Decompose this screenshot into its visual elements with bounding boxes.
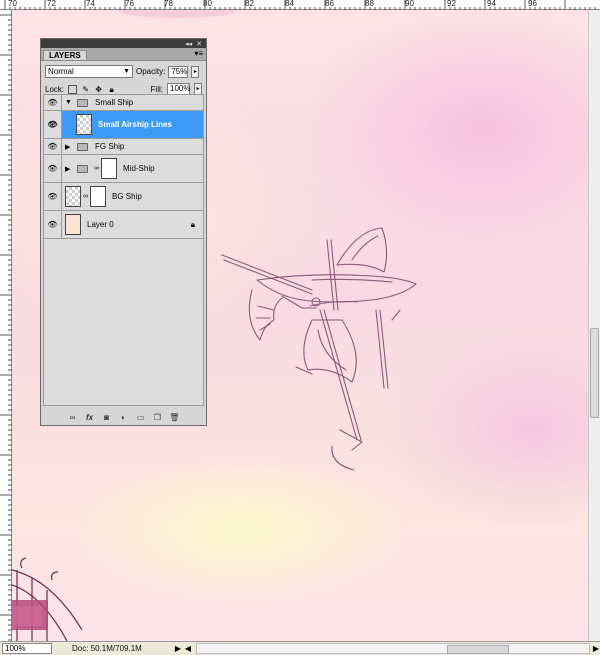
layer-name: FG Ship bbox=[95, 142, 125, 151]
new-layer-icon[interactable]: ❐ bbox=[152, 413, 163, 422]
fill-label: Fill: bbox=[150, 84, 163, 94]
lock-label: Lock: bbox=[45, 84, 65, 94]
ruler-label: 92 bbox=[447, 0, 456, 8]
layer-thumbnail bbox=[65, 186, 81, 207]
layer-thumbnail bbox=[76, 114, 92, 135]
ruler-label: 94 bbox=[487, 0, 496, 8]
layer-row[interactable]: 👁︎ ∞ BG Ship bbox=[44, 183, 203, 211]
ruler-label: 88 bbox=[365, 0, 374, 8]
status-menu-arrow-icon[interactable]: ▶ bbox=[174, 644, 182, 654]
layers-list: 👁︎ ▼ Small Ship 👁︎ Small Airship Lines 👁… bbox=[43, 94, 204, 406]
collapse-icon[interactable]: ◂◂ bbox=[185, 40, 192, 48]
new-group-icon[interactable]: ▭ bbox=[135, 413, 146, 422]
layer-name: Small Ship bbox=[95, 98, 134, 107]
ruler-label: 90 bbox=[405, 0, 414, 8]
layer-mask-thumbnail bbox=[101, 158, 117, 179]
blend-mode-select[interactable]: Normal ▼ bbox=[45, 65, 133, 78]
zoom-field[interactable]: 100% bbox=[2, 643, 52, 654]
ruler-label: 82 bbox=[245, 0, 254, 8]
lock-all-icon[interactable]: 🔒︎ bbox=[107, 85, 116, 94]
blend-mode-value: Normal bbox=[48, 67, 74, 76]
visibility-eye-icon[interactable]: 👁︎ bbox=[44, 111, 62, 138]
chain-link-icon[interactable]: ∞ bbox=[83, 193, 88, 200]
horizontal-ruler[interactable]: 70 72 74 76 78 80 82 84 86 88 90 92 94 9… bbox=[0, 0, 600, 10]
ruler-label: 86 bbox=[325, 0, 334, 8]
close-icon[interactable]: ✕ bbox=[196, 40, 202, 48]
scroll-right-icon[interactable]: ▶ bbox=[592, 644, 600, 654]
visibility-eye-icon[interactable]: 👁︎ bbox=[44, 183, 62, 210]
layer-style-icon[interactable]: fx bbox=[84, 413, 95, 422]
ruler-label: 78 bbox=[164, 0, 173, 8]
visibility-eye-icon[interactable]: 👁︎ bbox=[44, 211, 62, 238]
panel-tabs: LAYERS ▾≡ bbox=[41, 48, 206, 61]
opacity-field[interactable]: 75% bbox=[168, 65, 189, 78]
ruler-label: 76 bbox=[125, 0, 134, 8]
lock-position-icon[interactable]: ✥ bbox=[94, 85, 103, 94]
layer-row[interactable]: 👁︎ ▶ ∞ Mid-Ship bbox=[44, 155, 203, 183]
vertical-scrollbar[interactable] bbox=[588, 10, 600, 641]
add-mask-icon[interactable]: ◙ bbox=[101, 413, 112, 422]
visibility-eye-icon[interactable]: 👁︎ bbox=[44, 139, 62, 154]
ruler-label: 74 bbox=[86, 0, 95, 8]
layer-mask-thumbnail bbox=[90, 186, 106, 207]
opacity-slider-arrow-icon[interactable]: ▸ bbox=[191, 65, 200, 78]
vertical-ruler[interactable] bbox=[0, 10, 12, 641]
layer-name: Mid-Ship bbox=[123, 164, 155, 173]
scroll-left-icon[interactable]: ◀ bbox=[184, 644, 192, 654]
layer-row[interactable]: 👁︎ ▶ FG Ship bbox=[44, 139, 203, 155]
expand-triangle-icon[interactable]: ▶ bbox=[65, 143, 73, 151]
layer-name: Small Airship Lines bbox=[98, 120, 172, 129]
adjustment-layer-icon[interactable]: ◐ bbox=[118, 413, 129, 422]
horizontal-scrollbar[interactable] bbox=[196, 643, 590, 654]
blend-row: Normal ▼ Opacity: 75% ▸ bbox=[41, 61, 206, 80]
expand-triangle-icon[interactable]: ▶ bbox=[65, 165, 73, 173]
tab-layers[interactable]: LAYERS bbox=[43, 50, 87, 60]
panel-menu-icon[interactable]: ▾≡ bbox=[194, 49, 203, 58]
ruler-ticks bbox=[0, 14, 12, 641]
panel-footer: ∞ fx ◙ ◐ ▭ ❐ 🗑︎ bbox=[41, 409, 206, 425]
status-bar: 100% Doc: 50.1M/709.1M ▶ ◀ ▶ bbox=[0, 641, 600, 655]
layer-name: Layer 0 bbox=[87, 220, 114, 229]
layer-thumbnail bbox=[65, 214, 81, 235]
ruler-label: 96 bbox=[528, 0, 537, 8]
panel-titlebar[interactable]: ◂◂ ✕ bbox=[41, 39, 206, 48]
expand-triangle-icon[interactable]: ▼ bbox=[65, 99, 73, 106]
folder-icon bbox=[77, 98, 88, 107]
trash-icon[interactable]: 🗑︎ bbox=[169, 413, 180, 422]
vertical-scroll-thumb[interactable] bbox=[590, 328, 599, 418]
ruler-label: 84 bbox=[285, 0, 294, 8]
folder-icon bbox=[77, 164, 88, 173]
chain-link-icon[interactable]: ∞ bbox=[94, 165, 99, 172]
chevron-down-icon: ▼ bbox=[123, 68, 130, 75]
visibility-eye-icon[interactable]: 👁︎ bbox=[44, 95, 62, 110]
ruler-label: 72 bbox=[47, 0, 56, 8]
opacity-label: Opacity: bbox=[136, 67, 166, 76]
link-layers-icon[interactable]: ∞ bbox=[67, 413, 78, 422]
visibility-eye-icon[interactable]: 👁︎ bbox=[44, 155, 62, 182]
ruler-label: 80 bbox=[203, 0, 212, 8]
layers-panel[interactable]: ◂◂ ✕ LAYERS ▾≡ Normal ▼ Opacity: 75% ▸ L… bbox=[40, 38, 207, 426]
lock-image-pixels-icon[interactable]: ✎ bbox=[81, 85, 90, 94]
doc-size-info[interactable]: Doc: 50.1M/709.1M bbox=[72, 644, 172, 653]
layer-name: BG Ship bbox=[112, 192, 142, 201]
horizontal-scroll-thumb[interactable] bbox=[447, 645, 509, 654]
folder-icon bbox=[77, 142, 88, 151]
ruler-label: 70 bbox=[8, 0, 17, 8]
layer-row[interactable]: 👁︎ ▼ Small Ship bbox=[44, 95, 203, 111]
layer-row-selected[interactable]: 👁︎ Small Airship Lines bbox=[44, 111, 203, 139]
layer-row[interactable]: 👁︎ Layer 0 🔒︎ bbox=[44, 211, 203, 239]
lock-transparent-pixels-icon[interactable] bbox=[68, 84, 78, 94]
lock-icon: 🔒︎ bbox=[190, 219, 195, 229]
